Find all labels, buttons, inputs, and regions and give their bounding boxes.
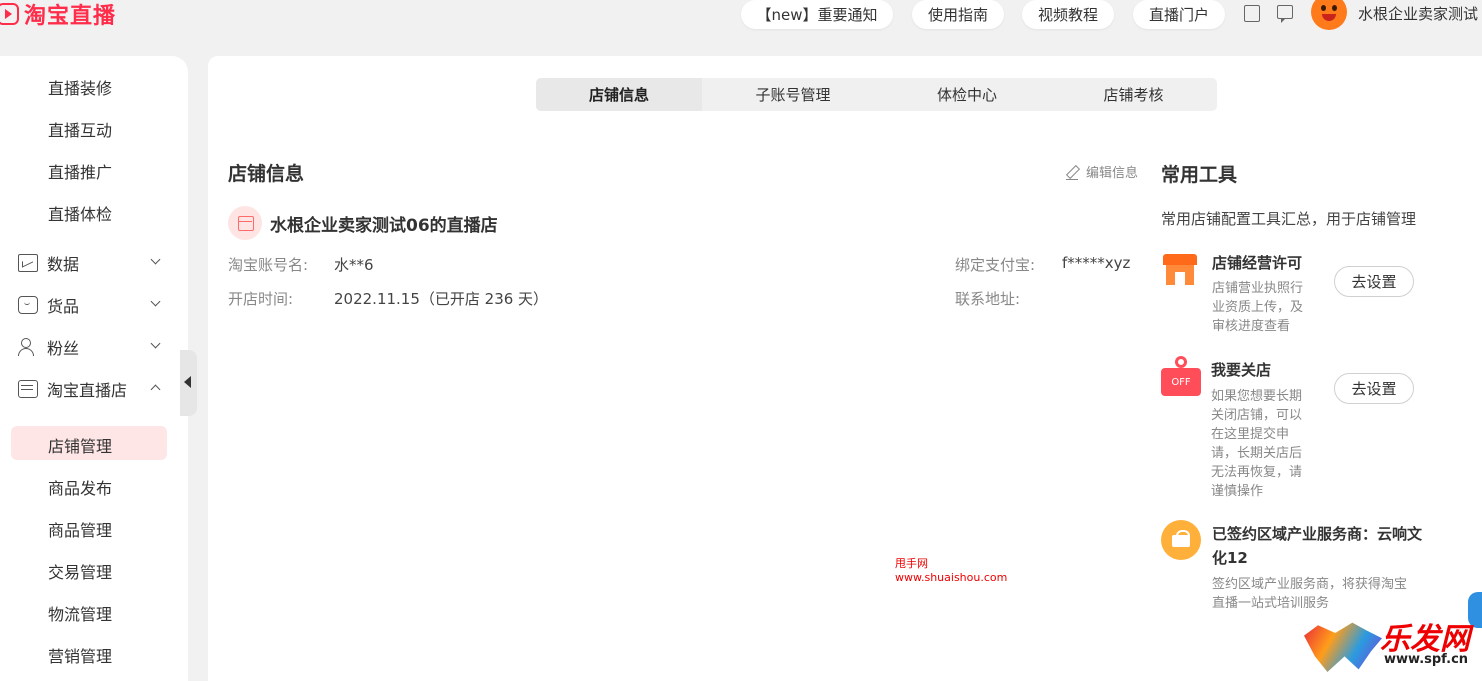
- chart-icon: [18, 254, 38, 272]
- sidebar-group-fans[interactable]: 粉丝: [18, 336, 163, 358]
- chevron-down-icon: [150, 296, 161, 307]
- alipay-label: 绑定支付宝:: [955, 256, 1036, 274]
- sidebar-group-goods[interactable]: 货品: [18, 294, 163, 316]
- avatar[interactable]: [1311, 0, 1347, 30]
- sidebar-item-trade-management[interactable]: 交易管理: [48, 559, 112, 583]
- bull-logo-icon: [1304, 622, 1382, 672]
- off-tag: OFF: [1161, 368, 1201, 396]
- tab-sub-accounts[interactable]: 子账号管理: [702, 78, 884, 111]
- tab-store-info[interactable]: 店铺信息: [536, 78, 702, 111]
- shop-icon: [228, 206, 262, 240]
- account-label: 淘宝账号名:: [228, 256, 309, 274]
- logo-text: 淘宝直播: [24, 4, 117, 29]
- address-label: 联系地址:: [955, 290, 1021, 308]
- sidebar-item-live-checkup[interactable]: 直播体检: [48, 201, 112, 225]
- avatar-eye: [1332, 5, 1337, 11]
- store-roof: [1163, 254, 1197, 265]
- service-partner-icon: [1161, 520, 1201, 560]
- edit-info-link[interactable]: 编辑信息: [1066, 162, 1138, 181]
- tab-checkup-center[interactable]: 体检中心: [884, 78, 1050, 111]
- watermark-url: www.shuaishou.com: [895, 571, 1008, 584]
- watermark-name: 甩手网: [895, 557, 928, 570]
- sidebar-group-label: 粉丝: [47, 339, 80, 358]
- document-icon[interactable]: [1244, 5, 1260, 22]
- chevron-down-icon: [150, 254, 161, 265]
- tool-desc-service-partner: 签约区域产业服务商，将获得淘宝直播一站式培训服务: [1212, 577, 1408, 611]
- sidebar-item-live-interaction[interactable]: 直播互动: [48, 117, 112, 141]
- message-icon[interactable]: [1277, 5, 1293, 23]
- bag-icon: [18, 296, 38, 314]
- tool-title-close-store: 我要关店: [1211, 361, 1272, 379]
- watermark-logo: 乐发网 www.spf.cn: [1298, 612, 1482, 681]
- avatar-mouth: [1322, 14, 1336, 21]
- tool-desc-close-store: 如果您想要长期关闭店铺，可以在这里提交申请，长期关店后无法再恢复，请谨慎操作: [1211, 389, 1303, 499]
- sidebar-group-label: 货品: [47, 297, 80, 316]
- guide-button[interactable]: 使用指南: [912, 0, 1004, 29]
- open-date-value: 2022.11.15（已开店 236 天）: [334, 290, 549, 308]
- user-name[interactable]: 水根企业卖家测试: [1358, 3, 1478, 24]
- license-setup-button[interactable]: 去设置: [1334, 266, 1414, 297]
- sidebar-item-product-management[interactable]: 商品管理: [48, 517, 112, 541]
- tools-subtitle: 常用店铺配置工具汇总，用于店铺管理: [1161, 210, 1417, 228]
- sidebar-item-marketing-management[interactable]: 营销管理: [48, 643, 112, 667]
- open-date-label: 开店时间:: [228, 290, 294, 308]
- close-store-icon: OFF: [1161, 356, 1201, 396]
- close-store-setup-button[interactable]: 去设置: [1334, 373, 1414, 404]
- chevron-down-icon: [150, 338, 161, 349]
- tool-desc-license: 店铺营业执照行业资质上传，及审核进度查看: [1212, 281, 1304, 334]
- tab-bar: 店铺信息 子账号管理 体检中心 店铺考核: [536, 78, 1217, 111]
- shop-name: 水根企业卖家测试06的直播店: [270, 216, 498, 236]
- section-title-store-info: 店铺信息: [228, 163, 305, 185]
- tag-hook: [1175, 356, 1187, 368]
- chevron-up-icon: [150, 384, 161, 395]
- sidebar-item-live-promotion[interactable]: 直播推广: [48, 159, 112, 183]
- sidebar-group-taobao-live-store[interactable]: 淘宝直播店: [18, 378, 163, 400]
- section-title-tools: 常用工具: [1161, 164, 1238, 186]
- sidebar-item-product-publish[interactable]: 商品发布: [48, 475, 112, 499]
- account-value: 水**6: [334, 256, 374, 274]
- sidebar-group-label: 数据: [47, 255, 80, 274]
- store-icon: [18, 380, 38, 398]
- tool-title-service-partner: 已签约区域产业服务商：云响文化12: [1212, 525, 1423, 567]
- sidebar-item-logistics-management[interactable]: 物流管理: [48, 601, 112, 625]
- video-tutorial-button[interactable]: 视频教程: [1022, 0, 1114, 29]
- sidebar-collapse-toggle[interactable]: [180, 350, 197, 416]
- notice-button[interactable]: 【new】重要通知: [741, 0, 893, 29]
- store-door: [1175, 272, 1185, 285]
- sidebar-item-store-management[interactable]: 店铺管理: [48, 433, 112, 457]
- sidebar-group-data[interactable]: 数据: [18, 252, 163, 274]
- edit-info-label: 编辑信息: [1086, 166, 1139, 181]
- avatar-eye: [1321, 5, 1326, 11]
- sidebar: 直播装修 直播互动 直播推广 直播体检 数据 货品 粉丝 淘宝直播店 店铺管理 …: [0, 56, 188, 681]
- logo[interactable]: 淘宝直播: [0, 0, 117, 29]
- user-icon: [18, 338, 38, 356]
- sidebar-item-live-decoration[interactable]: 直播装修: [48, 75, 112, 99]
- top-bar: 淘宝直播 【new】重要通知 使用指南 视频教程 直播门户 水根企业卖家测试: [0, 0, 1482, 56]
- live-portal-button[interactable]: 直播门户: [1133, 0, 1225, 29]
- watermark-site: www.spf.cn: [1384, 652, 1469, 667]
- tab-store-assessment[interactable]: 店铺考核: [1050, 78, 1217, 111]
- live-play-icon: [0, 3, 19, 25]
- pencil-icon: [1066, 166, 1078, 180]
- alipay-value: f*****xyz: [1062, 254, 1131, 272]
- sidebar-group-label: 淘宝直播店: [47, 381, 128, 400]
- tool-title-license: 店铺经营许可: [1212, 254, 1303, 272]
- store-license-icon: [1163, 254, 1197, 286]
